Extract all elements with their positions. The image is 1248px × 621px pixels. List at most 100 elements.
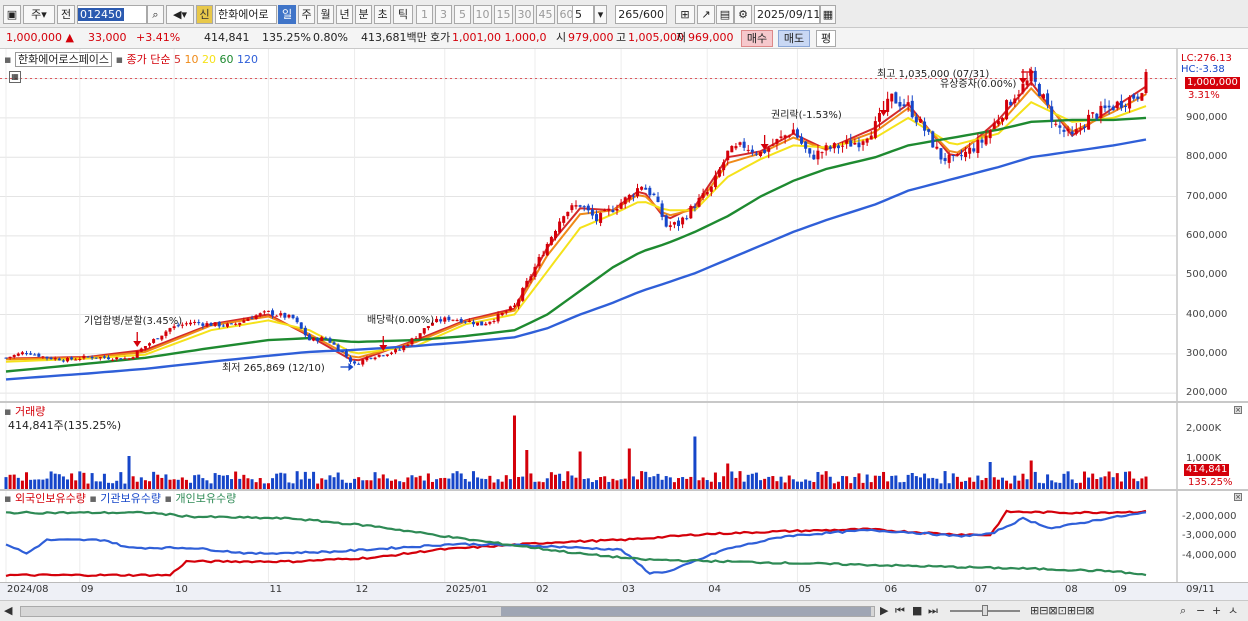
volume-bar (131, 476, 135, 489)
calendar-icon[interactable]: ▦ (820, 5, 836, 24)
interval-tab-15[interactable]: 15 (494, 5, 513, 24)
candle-body (697, 197, 701, 207)
candle-body (525, 280, 529, 287)
candle-body (1123, 105, 1127, 107)
holdings-ytick: -3,000,000 (1182, 530, 1237, 542)
candle-body (295, 317, 299, 323)
interval-tab-1[interactable]: 1 (416, 5, 433, 24)
volume-bar (271, 478, 275, 489)
prev-button[interactable]: 전 (57, 5, 75, 24)
x-tick-label: 2024/08 (7, 584, 49, 595)
volume-bar (1099, 477, 1103, 489)
volume-bar (295, 471, 299, 489)
sell-button[interactable]: 매도 (778, 30, 810, 47)
buy-button[interactable]: 매수 (741, 30, 773, 47)
interval-tab-10[interactable]: 10 (473, 5, 492, 24)
volume-bar (127, 456, 131, 489)
volume-menu-icon[interactable]: ▪ (4, 405, 11, 418)
candle-body (1095, 113, 1099, 119)
stock-name-field[interactable]: 한화에어로 (215, 5, 277, 24)
search-icon[interactable]: ⌕ (147, 5, 164, 24)
volume-bar (931, 477, 935, 489)
candle-body (217, 321, 221, 327)
volume-bar (804, 479, 808, 489)
stock-title[interactable]: 한화에어로스페이스 (14, 52, 113, 67)
period-tab-6[interactable]: 틱 (393, 5, 413, 24)
volume-close-icon[interactable]: × (1234, 406, 1242, 414)
candle-body (250, 318, 254, 320)
count-field[interactable]: 265/600 (615, 5, 667, 24)
stock-code-input[interactable]: 012450 (77, 5, 147, 24)
ma-period-5[interactable]: 5 (174, 53, 185, 66)
candle-body (988, 129, 992, 139)
type-select[interactable]: 주▾ (23, 5, 55, 24)
candle-body (590, 209, 594, 216)
interval-tab-30[interactable]: 30 (515, 5, 534, 24)
play-forward-icon[interactable]: ⏭ (928, 603, 938, 619)
period-tab-0[interactable]: 일 (278, 5, 296, 24)
volume-bar (918, 477, 922, 489)
period-tab-3[interactable]: 년 (336, 5, 353, 24)
scroll-left-icon[interactable]: ◀ (4, 603, 12, 619)
candle-body (414, 338, 418, 340)
zoom-slider-handle[interactable] (982, 605, 988, 616)
interval-dropdown-icon[interactable]: ▾ (594, 5, 607, 24)
candle-body (980, 139, 984, 143)
period-tab-2[interactable]: 월 (317, 5, 334, 24)
pane-menu-icon[interactable]: ▪ (4, 53, 11, 66)
interval-tab-3[interactable]: 3 (435, 5, 452, 24)
volume-bar (398, 481, 402, 489)
volume-bar (324, 479, 328, 489)
interval-tab-45[interactable]: 45 (536, 5, 555, 24)
candle-body (1066, 129, 1070, 132)
volume-bar (763, 478, 767, 489)
window-menu-icon[interactable]: ▣ (3, 5, 21, 24)
ma-menu-icon[interactable]: ▪ (116, 53, 123, 66)
holdings-menu-icon[interactable]: ▪ (4, 492, 11, 505)
candle-type-icon[interactable]: ⊞ (675, 5, 695, 24)
date-input[interactable]: 2025/09/11 (754, 5, 820, 24)
scrollbar-thumb[interactable] (501, 607, 871, 616)
volume-bar (98, 481, 102, 489)
holdings-close-icon[interactable]: × (1234, 493, 1242, 501)
scroll-right-icon[interactable]: ▶ (880, 603, 888, 619)
zoom-out-icon[interactable]: − (1196, 603, 1205, 619)
pane-divider-holdings[interactable] (0, 489, 1248, 491)
pause-icon[interactable]: ■ (912, 603, 922, 619)
draw-tool-icon[interactable]: ↗ (697, 5, 715, 24)
pane-divider-volume[interactable] (0, 401, 1248, 403)
candle-body (644, 187, 648, 190)
candle-body (832, 143, 836, 149)
reset-icon[interactable]: ㅅ (1228, 603, 1238, 619)
period-tab-4[interactable]: 분 (355, 5, 372, 24)
tool-icons[interactable]: ⊞⊟⊠⊡⊞⊟⊠ (1030, 603, 1095, 619)
period-tab-1[interactable]: 주 (298, 5, 315, 24)
ma-period-120[interactable]: 120 (237, 53, 258, 66)
candle-body (943, 158, 947, 162)
speaker-icon[interactable]: ◀▾ (166, 5, 194, 24)
horizontal-scrollbar[interactable] (20, 606, 875, 617)
grid-toggle-icon[interactable]: ▦ (9, 71, 21, 83)
candle-body (242, 320, 246, 323)
interval-input[interactable]: 5 (572, 5, 594, 24)
volume-bar (1062, 473, 1066, 489)
candle-body (25, 353, 29, 355)
zoom-in-icon[interactable]: + (1212, 603, 1221, 619)
candle-body (1041, 94, 1045, 99)
interval-tab-5[interactable]: 5 (454, 5, 471, 24)
volume-bar (1128, 471, 1132, 489)
up-arrow-icon: ▲ (65, 31, 74, 44)
foreign-label: 외국인보유수량 (14, 492, 86, 505)
individual-menu-icon[interactable]: ▪ (165, 492, 172, 505)
period-tab-5[interactable]: 초 (374, 5, 391, 24)
zoom-search-icon[interactable]: ⌕ (1180, 603, 1186, 619)
play-back-icon[interactable]: ⏮ (895, 603, 905, 619)
volume-bar (586, 478, 590, 489)
ma-period-60[interactable]: 60 (220, 53, 238, 66)
ma-period-10[interactable]: 10 (185, 53, 203, 66)
average-button[interactable]: 평 (816, 30, 836, 47)
save-icon[interactable]: ▤ (716, 5, 734, 24)
ma-period-20[interactable]: 20 (202, 53, 220, 66)
settings-icon[interactable]: ⚙ (734, 5, 752, 24)
institution-menu-icon[interactable]: ▪ (89, 492, 96, 505)
